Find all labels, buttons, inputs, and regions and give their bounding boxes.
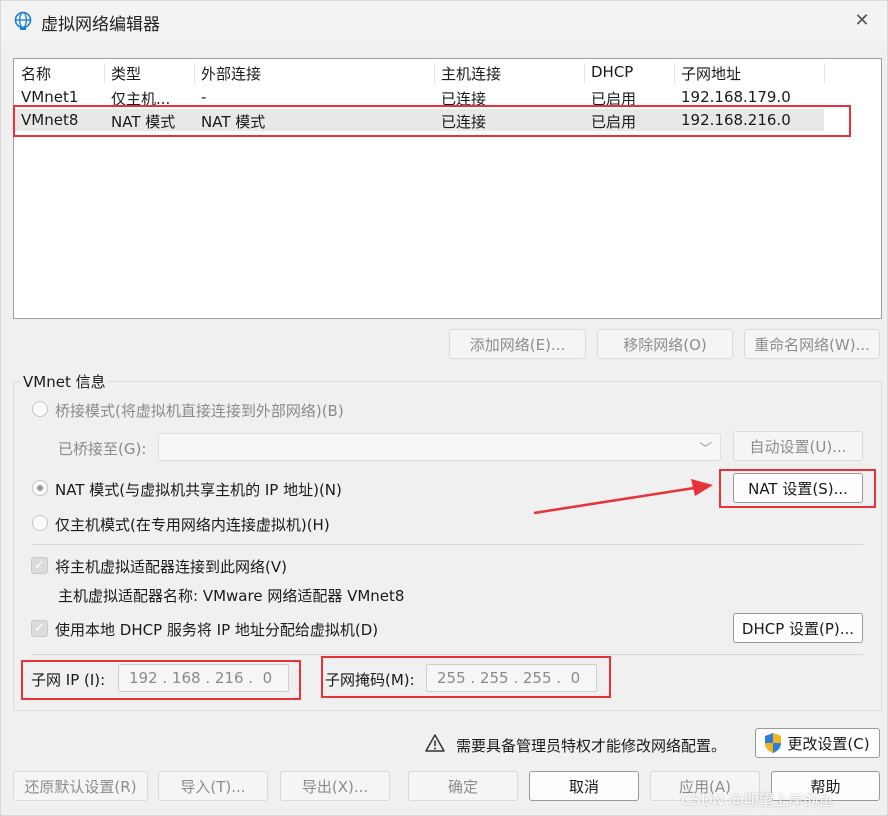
- remove-network-button[interactable]: 移除网络(O): [597, 329, 733, 359]
- column-header-external[interactable]: 外部连接: [201, 63, 261, 84]
- adapter-name-text: 主机虚拟适配器名称: VMware 网络适配器 VMnet8: [58, 587, 405, 605]
- rename-network-button[interactable]: 重命名网络(W)...: [744, 329, 880, 359]
- column-header-dhcp[interactable]: DHCP: [591, 63, 633, 81]
- vmnet-info-title: VMnet 信息: [21, 371, 108, 392]
- export-button[interactable]: 导出(X)...: [280, 771, 390, 801]
- nat-mode-label: NAT 模式(与虚拟机共享主机的 IP 地址)(N): [55, 481, 342, 499]
- highlight-subnet-ip: [21, 660, 301, 700]
- column-header-host[interactable]: 主机连接: [441, 63, 501, 84]
- highlight-nat-settings: [719, 469, 876, 508]
- restore-defaults-button[interactable]: 还原默认设置(R): [13, 771, 148, 801]
- window-title: 虚拟网络编辑器: [41, 15, 160, 35]
- close-icon[interactable]: ✕: [847, 7, 877, 35]
- highlight-subnet-mask: [321, 656, 611, 698]
- network-list[interactable]: 名称 类型 外部连接 主机连接 DHCP 子网地址 VMnet1 仅主机... …: [13, 58, 882, 319]
- ok-button[interactable]: 确定: [408, 771, 518, 801]
- watermark-text: CSDN @期望上岸的鱼: [681, 791, 834, 809]
- divider: [31, 544, 863, 545]
- network-list-header: 名称 类型 外部连接 主机连接 DHCP 子网地址: [14, 61, 825, 84]
- column-header-type[interactable]: 类型: [111, 63, 141, 84]
- connect-adapter-checkbox[interactable]: ✓: [31, 557, 48, 574]
- change-settings-label: 更改设置(C): [787, 734, 870, 753]
- import-button[interactable]: 导入(T)...: [158, 771, 268, 801]
- cancel-button[interactable]: 取消: [529, 771, 639, 801]
- chevron-down-icon: ﹀: [698, 442, 712, 457]
- virtual-network-editor-window: 虚拟网络编辑器 ✕ 名称 类型 外部连接 主机连接 DHCP 子网地址 VMne…: [0, 0, 888, 816]
- use-dhcp-label: 使用本地 DHCP 服务将 IP 地址分配给虚拟机(D): [55, 621, 379, 639]
- bridged-to-select[interactable]: ﹀: [158, 433, 721, 461]
- warning-icon: [425, 734, 445, 752]
- title-bar: 虚拟网络编辑器 ✕: [1, 1, 887, 41]
- bridge-mode-label: 桥接模式(将虚拟机直接连接到外部网络)(B): [55, 402, 344, 420]
- globe-icon: [14, 11, 32, 30]
- uac-shield-icon: [765, 733, 781, 753]
- cell-subnet: 192.168.179.0: [681, 88, 791, 106]
- cell-external: -: [201, 88, 207, 106]
- dhcp-settings-button[interactable]: DHCP 设置(P)...: [733, 613, 863, 643]
- column-header-name[interactable]: 名称: [21, 63, 51, 84]
- add-network-button[interactable]: 添加网络(E)...: [449, 329, 586, 359]
- bridge-mode-radio[interactable]: [32, 401, 48, 417]
- host-only-radio[interactable]: [32, 515, 48, 531]
- host-only-label: 仅主机模式(在专用网络内连接虚拟机)(H): [55, 516, 330, 534]
- use-dhcp-checkbox[interactable]: ✓: [31, 620, 48, 637]
- column-header-subnet[interactable]: 子网地址: [681, 63, 741, 84]
- cell-name: VMnet1: [21, 88, 79, 106]
- admin-notice: 需要具备管理员特权才能修改网络配置。: [456, 737, 727, 755]
- bridged-to-label: 已桥接至(G):: [58, 440, 147, 458]
- divider: [31, 654, 863, 655]
- connect-adapter-label: 将主机虚拟适配器连接到此网络(V): [55, 558, 287, 576]
- auto-settings-button[interactable]: 自动设置(U)...: [733, 431, 863, 461]
- nat-mode-radio[interactable]: [32, 480, 48, 496]
- highlight-vmnet8-row: [13, 105, 851, 137]
